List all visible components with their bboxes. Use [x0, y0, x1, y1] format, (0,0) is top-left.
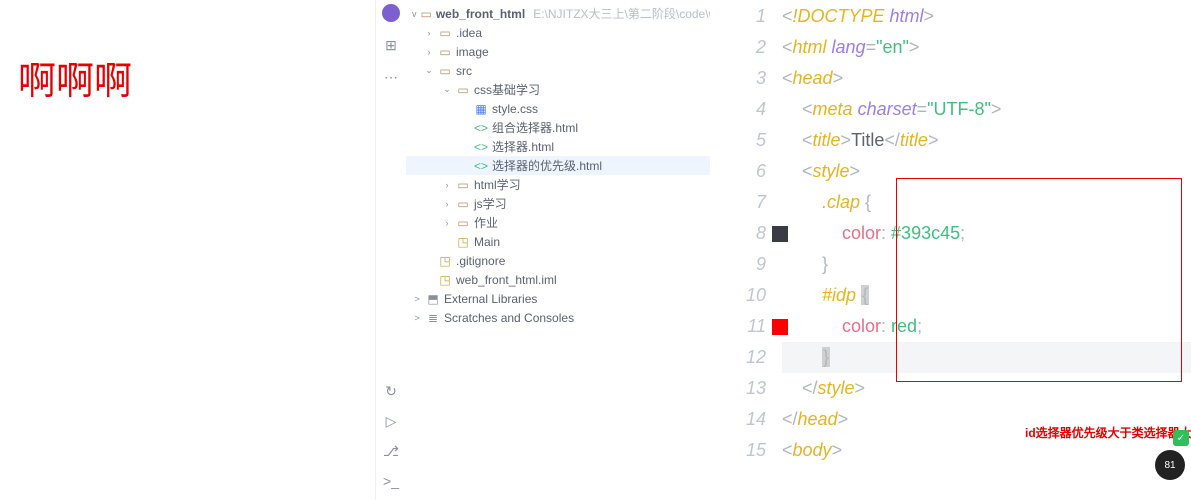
- code-line[interactable]: <head>: [782, 63, 1191, 94]
- cfg-icon: ◳: [438, 254, 452, 268]
- more-icon[interactable]: ⋯: [382, 68, 400, 86]
- cfg-icon: ◳: [456, 235, 470, 249]
- folder-icon: ▭: [438, 26, 452, 40]
- tree-item[interactable]: ›▭.idea: [406, 23, 710, 42]
- folder-icon: ▭: [438, 45, 452, 59]
- folder-icon: ▭: [456, 197, 470, 211]
- history-icon[interactable]: ↻: [382, 382, 400, 400]
- code-line[interactable]: #idp {: [782, 280, 1191, 311]
- line-number: 1: [710, 1, 766, 32]
- tree-item[interactable]: ›▭html学习: [406, 175, 710, 194]
- line-number: 13: [710, 373, 766, 404]
- scratches-consoles[interactable]: >≣ Scratches and Consoles: [406, 308, 710, 327]
- line-number: 12: [710, 342, 766, 373]
- line-number: 5: [710, 125, 766, 156]
- html-icon: <>: [474, 140, 488, 154]
- folder-icon: ▭: [456, 178, 470, 192]
- tree-item[interactable]: ›▭image: [406, 42, 710, 61]
- score-badge[interactable]: 81: [1155, 450, 1185, 480]
- ide-panel: ⊞ ⋯ ↻ ▷ ⎇ >_ v ▭ web_front_html E:\NJITZ…: [375, 0, 710, 500]
- line-number: 4: [710, 94, 766, 125]
- html-icon: <>: [474, 121, 488, 135]
- cfg-icon: ◳: [438, 273, 452, 287]
- page-text: 啊啊啊: [18, 50, 132, 105]
- terminal-icon[interactable]: >_: [382, 472, 400, 490]
- tree-item[interactable]: <>组合选择器.html: [406, 118, 710, 137]
- lib-icon: ⬒: [426, 292, 440, 306]
- annotation-text: id选择器优先级大于类选择器大于标签选择: [1025, 418, 1191, 449]
- tree-item[interactable]: <>选择器的优先级.html: [406, 156, 710, 175]
- tree-item[interactable]: ▦style.css: [406, 99, 710, 118]
- css-icon: ▦: [474, 102, 488, 116]
- code-line[interactable]: <style>: [782, 156, 1191, 187]
- folder-icon: ▭: [421, 7, 432, 21]
- avatar-icon[interactable]: [382, 4, 400, 22]
- tree-item[interactable]: ◳.gitignore: [406, 251, 710, 270]
- code-line[interactable]: }: [782, 249, 1191, 280]
- folder-icon: ▭: [438, 64, 452, 78]
- line-number: 15: [710, 435, 766, 466]
- line-number: 3: [710, 63, 766, 94]
- line-number: 11: [710, 311, 766, 342]
- tree-item[interactable]: <>选择器.html: [406, 137, 710, 156]
- line-number: 7: [710, 187, 766, 218]
- html-icon: <>: [474, 159, 488, 173]
- run-icon[interactable]: ▷: [382, 412, 400, 430]
- rendered-page-panel: 啊啊啊: [0, 0, 375, 500]
- folder-icon: ▭: [456, 83, 470, 97]
- root-name: web_front_html: [436, 7, 525, 21]
- code-line[interactable]: <title>Title</title>: [782, 125, 1191, 156]
- code-line[interactable]: color: #393c45;: [782, 218, 1191, 249]
- code-line[interactable]: </style>: [782, 373, 1191, 404]
- tree-item[interactable]: ◳Main: [406, 232, 710, 251]
- line-number: 2: [710, 32, 766, 63]
- code-line[interactable]: }: [782, 342, 1191, 373]
- line-number: 8: [710, 218, 766, 249]
- code-editor[interactable]: 123456789101112131415 <!DOCTYPE html><ht…: [710, 0, 1191, 500]
- code-line[interactable]: <html lang="en">: [782, 32, 1191, 63]
- toolstrip: ⊞ ⋯ ↻ ▷ ⎇ >_: [376, 0, 406, 500]
- line-number: 6: [710, 156, 766, 187]
- code-line[interactable]: <meta charset="UTF-8">: [782, 94, 1191, 125]
- line-number: 14: [710, 404, 766, 435]
- git-icon[interactable]: ⎇: [382, 442, 400, 460]
- tree-item[interactable]: ›▭作业: [406, 213, 710, 232]
- project-root[interactable]: v ▭ web_front_html E:\NJITZX大三上\第二阶段\cod…: [406, 4, 710, 23]
- code-line[interactable]: color: red;: [782, 311, 1191, 342]
- external-libraries[interactable]: >⬒ External Libraries: [406, 289, 710, 308]
- code-line[interactable]: <!DOCTYPE html>: [782, 1, 1191, 32]
- scratch-icon: ≣: [426, 311, 440, 325]
- tree-item[interactable]: ›▭js学习: [406, 194, 710, 213]
- tree-item[interactable]: ⌄▭src: [406, 61, 710, 80]
- line-number: 9: [710, 249, 766, 280]
- tree-item[interactable]: ◳web_front_html.iml: [406, 270, 710, 289]
- project-tree[interactable]: v ▭ web_front_html E:\NJITZX大三上\第二阶段\cod…: [406, 0, 710, 500]
- folder-icon: ▭: [456, 216, 470, 230]
- structure-icon[interactable]: ⊞: [382, 36, 400, 54]
- line-number: 10: [710, 280, 766, 311]
- code-area[interactable]: <!DOCTYPE html><html lang="en"><head> <m…: [782, 0, 1191, 500]
- root-path: E:\NJITZX大三上\第二阶段\code\web_front_html: [533, 5, 710, 22]
- gutter: 123456789101112131415: [710, 0, 782, 500]
- code-line[interactable]: .clap {: [782, 187, 1191, 218]
- tree-item[interactable]: ⌄▭css基础学习: [406, 80, 710, 99]
- check-icon[interactable]: ✓: [1173, 430, 1189, 446]
